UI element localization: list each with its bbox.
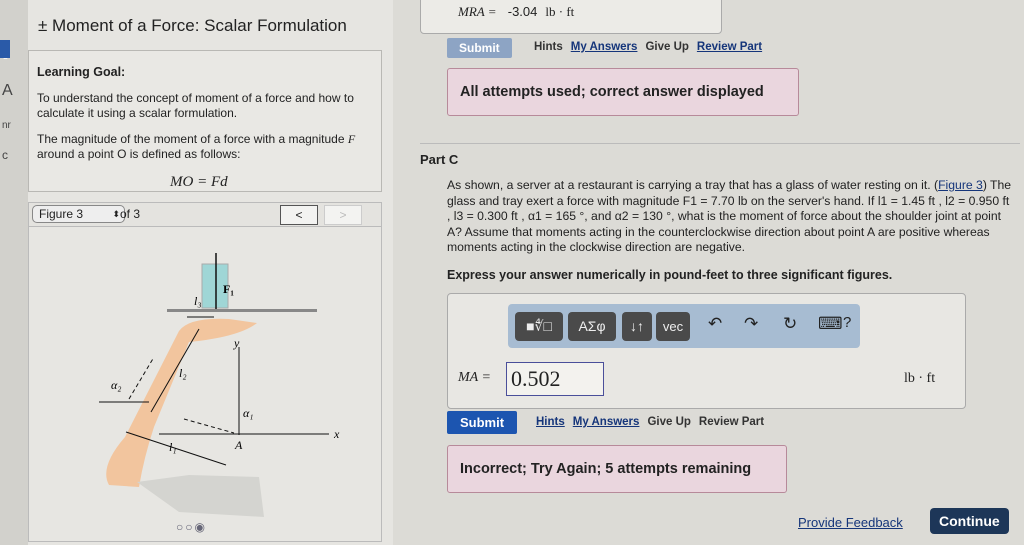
vec-button[interactable]: vec: [656, 312, 690, 341]
figure-select[interactable]: Figure 3 ⬍: [32, 205, 125, 223]
figure-link[interactable]: Figure 3: [938, 178, 983, 192]
text: As shown, a server at a restaurant is ca…: [447, 178, 939, 192]
select-arrows-icon: ⬍: [112, 209, 120, 219]
part-b-answer: MRA = -3.04 lb · ft: [458, 4, 574, 20]
hints-link[interactable]: Hints: [534, 41, 563, 53]
x-label: x: [333, 427, 340, 441]
f1-label: F₁: [223, 282, 234, 296]
text: The magnitude of the moment of a force w…: [37, 132, 348, 146]
y-label: y: [233, 336, 240, 350]
background-sidebar: e A nr c: [0, 0, 28, 545]
review-part-link[interactable]: Review Part: [697, 41, 762, 53]
page-title: ± Moment of a Force: Scalar Formulation: [38, 16, 347, 35]
redo-icon[interactable]: ↷: [744, 314, 758, 334]
answer-value: -3.04: [507, 4, 538, 19]
server-tray-figure: F₁ l₃ l₂ l₁ α₂ α₁ y x A: [99, 253, 340, 517]
undo-icon[interactable]: ↶: [708, 314, 722, 334]
help-icon[interactable]: ?: [843, 314, 851, 331]
my-answers-link[interactable]: My Answers: [573, 416, 640, 428]
learning-goal-box: Learning Goal: To understand the concept…: [28, 50, 382, 192]
arrows-button[interactable]: ↓↑: [622, 312, 652, 341]
tray: [167, 309, 317, 312]
answer-unit: lb · ft: [904, 371, 936, 386]
instruction: Express your answer numerically in pound…: [447, 268, 893, 282]
answer-input[interactable]: 0.502: [506, 362, 604, 396]
part-b-links: Hints My Answers Give Up Review Part: [534, 41, 770, 53]
answer-label: MA =: [458, 370, 491, 385]
definition-text: The magnitude of the moment of a force w…: [37, 132, 372, 162]
sidebar-tab: [0, 40, 10, 58]
point-a-label: A: [234, 438, 243, 452]
answer-label: MRA =: [458, 4, 497, 19]
figure-select-value: Figure 3: [39, 207, 84, 221]
part-b-feedback: All attempts used; correct answer displa…: [447, 68, 799, 116]
reset-icon[interactable]: ↻: [783, 314, 797, 334]
provide-feedback-link[interactable]: Provide Feedback: [798, 515, 903, 530]
give-up-link[interactable]: Give Up: [647, 416, 690, 428]
l2-label: l₂: [179, 366, 187, 380]
prev-figure-button[interactable]: <: [280, 205, 318, 225]
sidebar-fragment: A: [2, 82, 13, 99]
part-c-links: Hints My Answers Give Up Review Part: [536, 416, 772, 428]
divider: [420, 143, 1020, 144]
part-b-submit-button[interactable]: Submit: [447, 38, 512, 58]
variable: F: [347, 132, 356, 146]
sidebar-fragment: c: [2, 148, 8, 162]
alpha2-label: α₂: [111, 378, 121, 392]
alpha1-label: α₁: [243, 406, 253, 420]
hints-link[interactable]: Hints: [536, 416, 565, 428]
keyboard-icon[interactable]: ⌨: [818, 314, 843, 334]
part-c-heading: Part C: [420, 152, 459, 167]
next-figure-button[interactable]: >: [324, 205, 362, 225]
learning-goal-heading: Learning Goal:: [37, 65, 126, 79]
review-part-link[interactable]: Review Part: [699, 416, 764, 428]
figure-panel: F₁ l₃ l₂ l₁ α₂ α₁ y x A: [28, 226, 382, 542]
figure-count: of 3: [120, 207, 141, 221]
part-c-feedback: Incorrect; Try Again; 5 attempts remaini…: [447, 445, 787, 493]
l3-label: l₃: [194, 294, 202, 308]
submit-button[interactable]: Submit: [447, 411, 518, 434]
question-text: As shown, a server at a restaurant is ca…: [447, 178, 1012, 256]
text: around a point O is defined as follows:: [37, 147, 241, 161]
math-toolbar: ■∜□ ΑΣφ ↓↑ vec ↶ ↷ ↻ ⌨ ?: [508, 304, 860, 348]
continue-button[interactable]: Continue: [930, 508, 1009, 534]
figure-pager[interactable]: ○○◉: [176, 520, 207, 534]
shirt: [137, 475, 264, 517]
learning-goal-text: To understand the concept of moment of a…: [37, 91, 354, 120]
upper-arm-dashed: [183, 418, 235, 434]
moment-formula: MO = Fd: [170, 174, 228, 190]
sidebar-fragment: nr: [2, 120, 11, 131]
unit: lb · ft: [545, 4, 575, 19]
my-answers-link[interactable]: My Answers: [571, 41, 638, 53]
templates-button[interactable]: ■∜□: [515, 312, 563, 341]
l1-label: l₁: [169, 440, 177, 454]
greek-button[interactable]: ΑΣφ: [568, 312, 616, 341]
give-up-link[interactable]: Give Up: [645, 41, 688, 53]
